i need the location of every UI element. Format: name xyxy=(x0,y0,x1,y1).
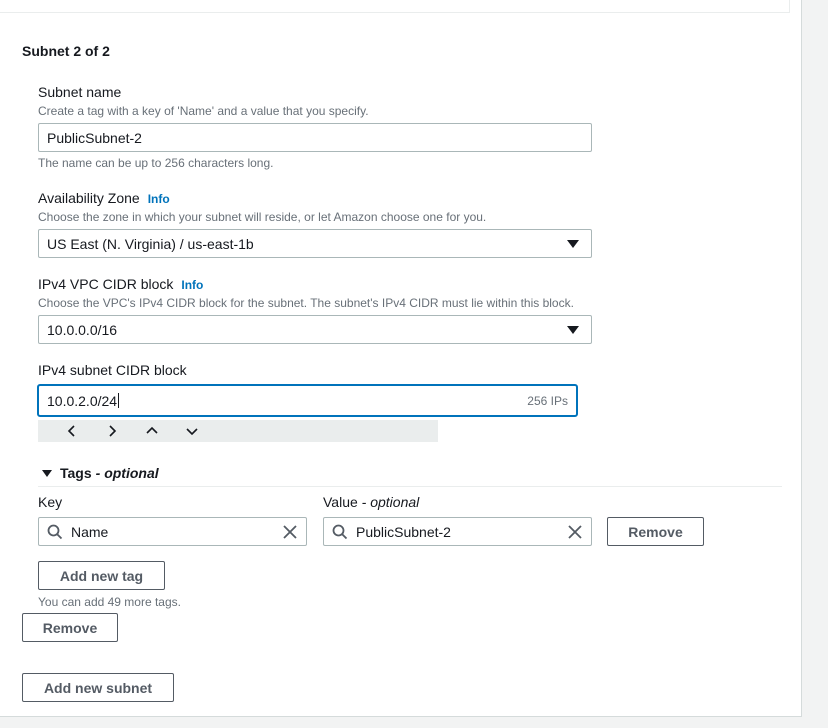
vpc-cidr-label: IPv4 VPC CIDR block Info xyxy=(38,276,203,292)
caret-down-icon xyxy=(567,326,579,334)
chevron-left-icon xyxy=(67,425,75,437)
subnet-name-input[interactable]: PublicSubnet-2 xyxy=(38,123,592,152)
cidr-increment-button[interactable] xyxy=(132,420,172,442)
chevron-right-icon xyxy=(109,425,117,437)
cidr-prev-button[interactable] xyxy=(52,420,92,442)
vpc-cidr-label-text: IPv4 VPC CIDR block xyxy=(38,276,174,292)
tag-value-input[interactable]: PublicSubnet-2 xyxy=(323,517,592,546)
divider xyxy=(789,0,790,13)
tag-value-optional-suffix: - optional xyxy=(361,494,420,510)
subnet-cidr-label: IPv4 subnet CIDR block xyxy=(38,362,187,378)
subnet-name-constraint: The name can be up to 256 characters lon… xyxy=(38,156,274,170)
vpc-cidr-info-link[interactable]: Info xyxy=(181,278,203,292)
subnet-settings-panel: Subnet 2 of 2 Subnet name Create a tag w… xyxy=(0,0,802,717)
tag-value-value: PublicSubnet-2 xyxy=(356,523,451,540)
subnet-name-label: Subnet name xyxy=(38,84,122,100)
text-cursor xyxy=(118,393,120,408)
add-new-tag-button[interactable]: Add new tag xyxy=(38,561,165,590)
tags-title: Tags xyxy=(60,465,92,481)
chevron-up-icon xyxy=(146,426,158,434)
remove-tag-button[interactable]: Remove xyxy=(607,517,704,546)
chevron-down-icon xyxy=(186,428,198,436)
section-title: Subnet 2 of 2 xyxy=(22,43,110,59)
vpc-cidr-select[interactable]: 10.0.0.0/16 xyxy=(38,315,592,344)
subnet-name-value: PublicSubnet-2 xyxy=(47,129,142,146)
tags-section-toggle[interactable]: Tags - optional xyxy=(42,465,159,481)
divider xyxy=(0,12,790,13)
tag-value-column-label: Value - optional xyxy=(323,494,419,510)
cidr-next-button[interactable] xyxy=(92,420,132,442)
tags-optional-suffix: - optional xyxy=(95,465,159,481)
vpc-cidr-description: Choose the VPC's IPv4 CIDR block for the… xyxy=(38,296,574,310)
remove-subnet-button[interactable]: Remove xyxy=(22,613,118,642)
availability-zone-info-link[interactable]: Info xyxy=(148,192,170,206)
add-new-subnet-button[interactable]: Add new subnet xyxy=(22,673,174,702)
search-icon xyxy=(332,524,348,539)
caret-down-icon xyxy=(42,469,52,477)
availability-zone-label-text: Availability Zone xyxy=(38,190,140,206)
tag-key-value: Name xyxy=(71,523,109,540)
search-icon xyxy=(47,524,63,539)
availability-zone-description: Choose the zone in which your subnet wil… xyxy=(38,210,487,224)
availability-zone-select[interactable]: US East (N. Virginia) / us-east-1b xyxy=(38,229,592,258)
tag-key-input[interactable]: Name xyxy=(38,517,307,546)
vpc-cidr-selected: 10.0.0.0/16 xyxy=(47,321,118,338)
tags-remaining-note: You can add 49 more tags. xyxy=(38,595,181,609)
close-icon[interactable] xyxy=(567,524,583,540)
subnet-cidr-input[interactable]: 10.0.2.0/24 256 IPs xyxy=(37,384,578,417)
caret-down-icon xyxy=(567,240,579,248)
tag-key-column-label: Key xyxy=(38,494,63,510)
subnet-name-description: Create a tag with a key of 'Name' and a … xyxy=(38,104,369,118)
close-icon[interactable] xyxy=(282,524,298,540)
tag-value-label-text: Value xyxy=(323,494,358,510)
divider xyxy=(38,486,782,487)
cidr-stepper xyxy=(38,420,438,442)
ip-count-badge: 256 IPs xyxy=(527,394,568,408)
availability-zone-label: Availability Zone Info xyxy=(38,190,170,206)
availability-zone-selected: US East (N. Virginia) / us-east-1b xyxy=(47,235,254,252)
cidr-decrement-button[interactable] xyxy=(172,420,212,442)
subnet-cidr-value: 10.0.2.0/24 xyxy=(47,392,118,409)
